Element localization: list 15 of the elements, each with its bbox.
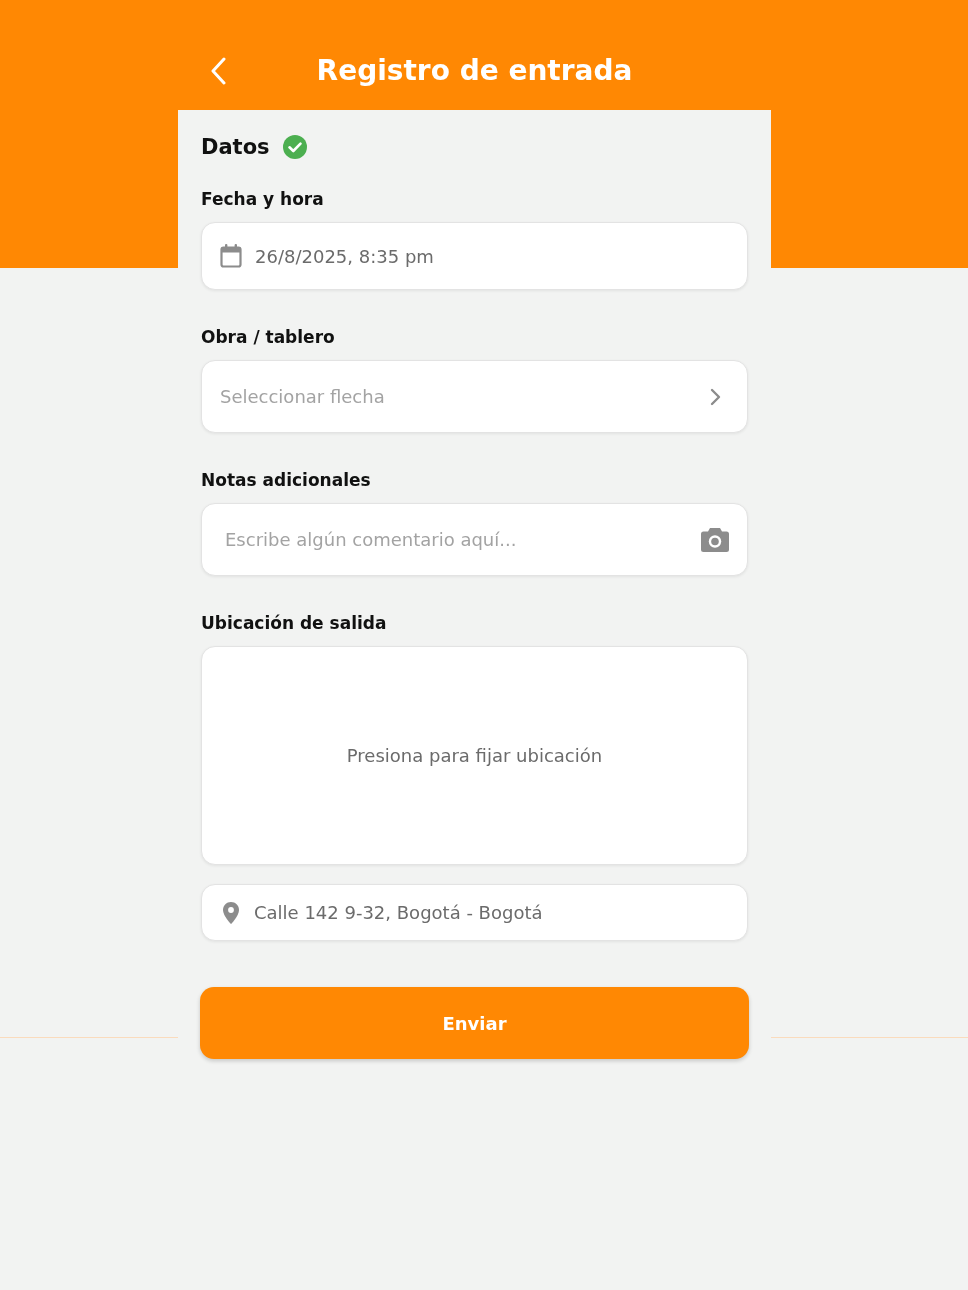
field-label: Fecha y hora bbox=[201, 188, 324, 210]
location-picker[interactable]: Presiona para fijar ubicación bbox=[201, 646, 748, 865]
section-title: Datos bbox=[201, 134, 270, 161]
chevron-right-icon bbox=[710, 387, 721, 406]
chevron-left-icon bbox=[210, 57, 226, 85]
address-field: Calle 142 9-32, Bogotá - Bogotá bbox=[201, 884, 748, 941]
notes-field[interactable]: Escribe algún comentario aquí... bbox=[201, 503, 748, 576]
select-field[interactable]: Seleccionar flecha bbox=[201, 360, 748, 433]
page-title: Registro de entrada bbox=[315, 53, 634, 89]
field-label: Obra / tablero bbox=[201, 326, 335, 348]
field-label: Notas adicionales bbox=[201, 469, 371, 491]
location-pin-icon bbox=[223, 901, 239, 924]
date-field[interactable]: 26/8/2025, 8:35 pm bbox=[201, 222, 748, 290]
field-label: Ubicación de salida bbox=[201, 612, 387, 634]
calendar-icon bbox=[220, 244, 242, 268]
